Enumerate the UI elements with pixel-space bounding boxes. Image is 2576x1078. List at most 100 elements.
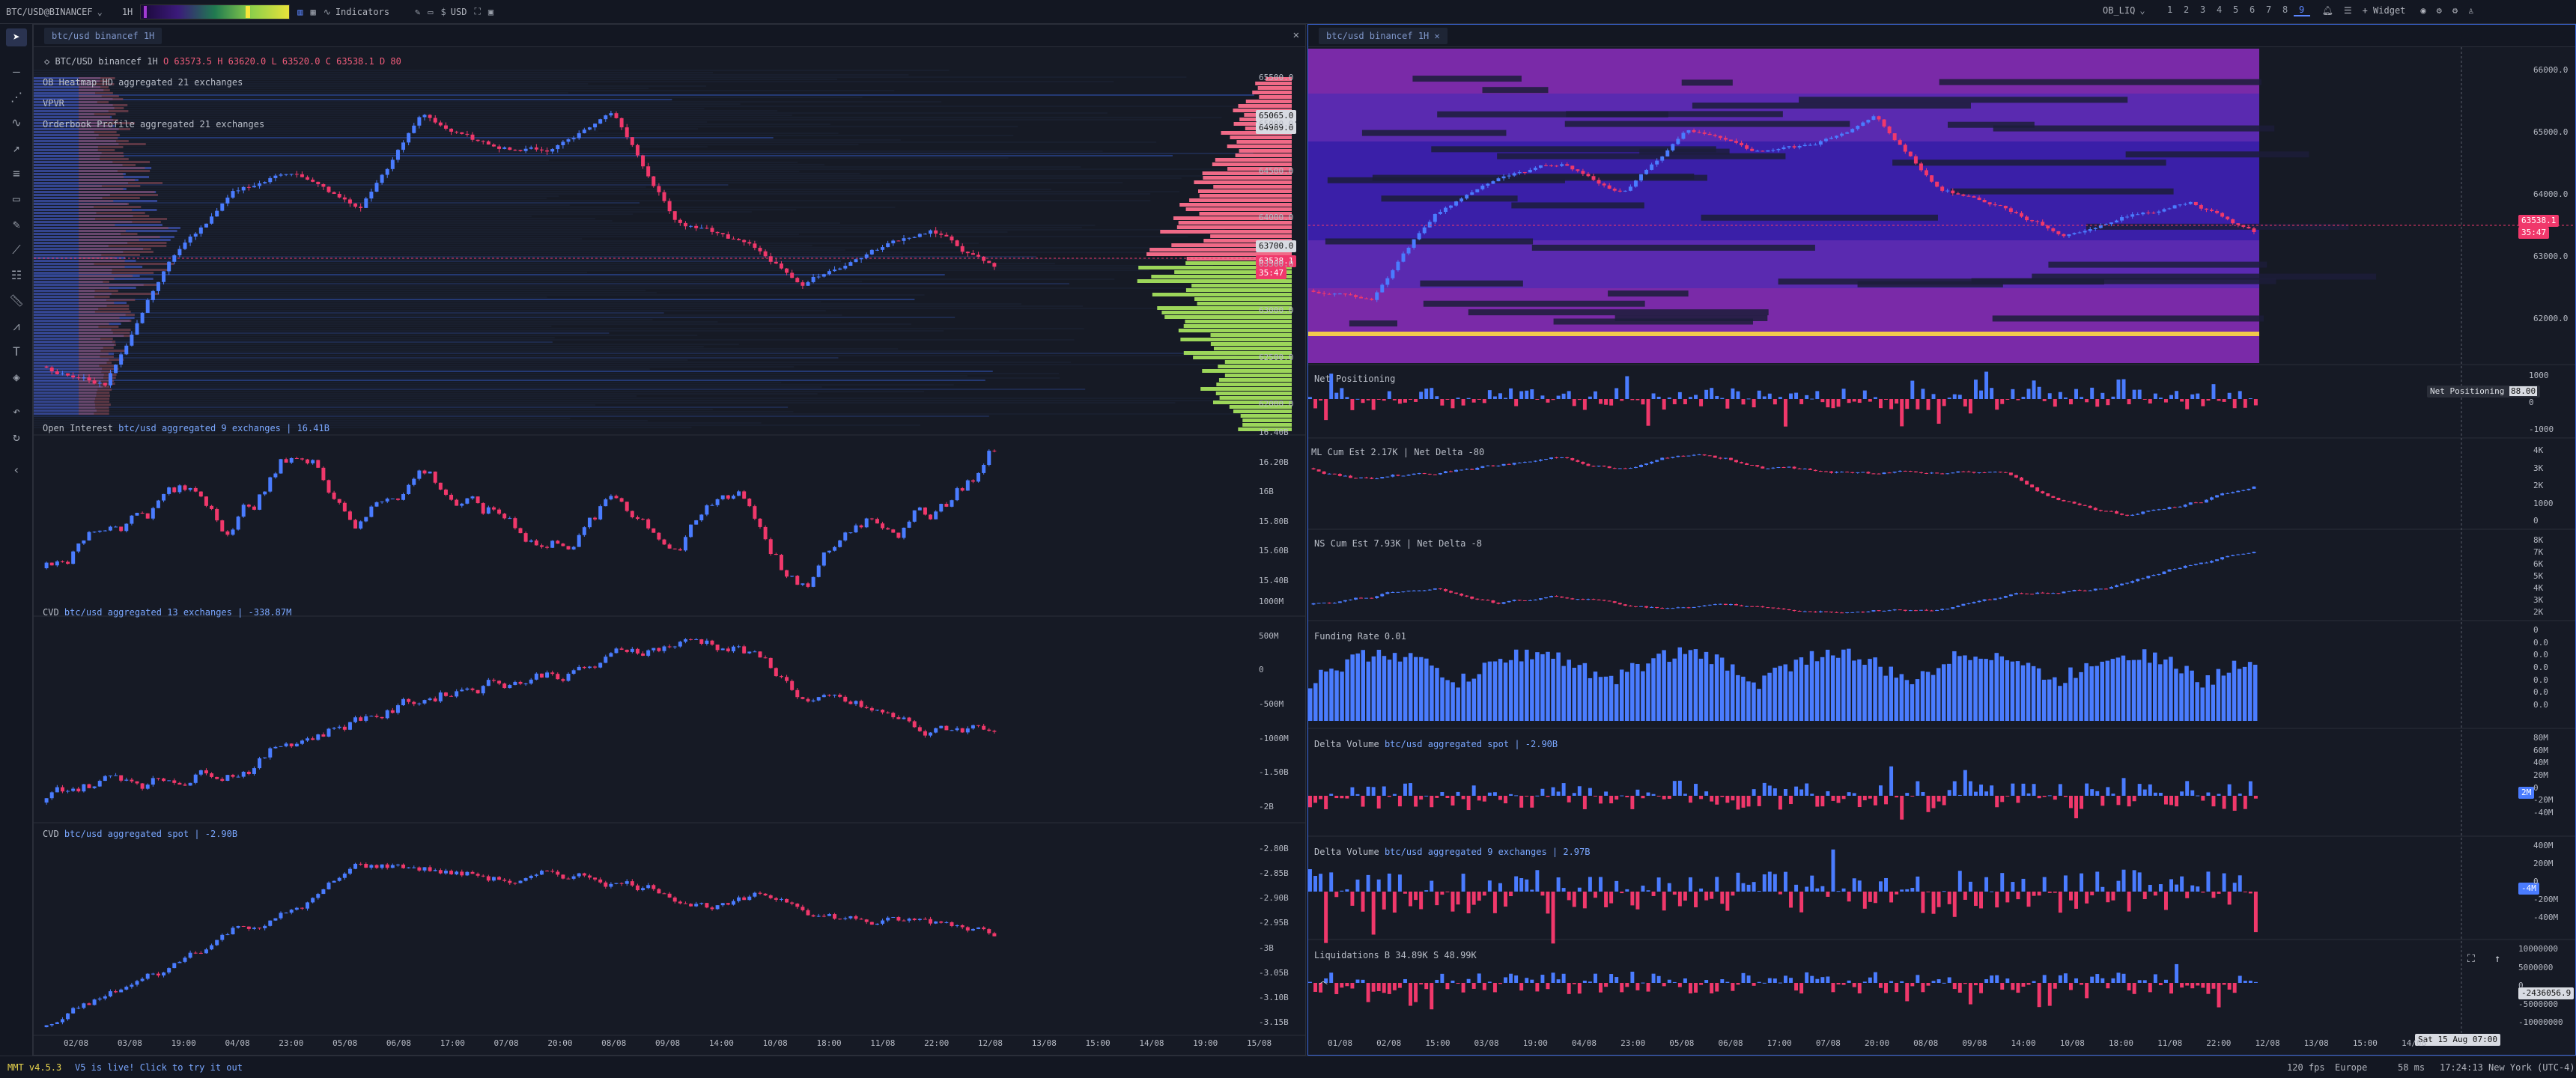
list-icon[interactable]: ☰: [2344, 5, 2352, 16]
price-tick: 64000.0: [1259, 212, 1294, 222]
snapshot-button[interactable]: ▣: [488, 7, 493, 17]
collapse-icon[interactable]: ‹: [6, 461, 27, 479]
cvd1-tick: -1000M: [1259, 733, 1289, 743]
layout-6[interactable]: 6: [2244, 4, 2261, 16]
ruler-icon[interactable]: 📏︎: [6, 292, 27, 310]
chevron-up-icon[interactable]: ︿: [1319, 974, 1328, 987]
right-time-tick: 15:00: [2352, 1038, 2378, 1048]
interval-label: 1H: [121, 6, 133, 17]
dv1-tick: 20M: [2533, 770, 2548, 780]
delta-volume-2-bars: [1308, 849, 2258, 944]
fps-label: 120 fps: [2287, 1062, 2325, 1073]
layout-7[interactable]: 7: [2261, 4, 2277, 16]
settings-icon[interactable]: ⚙: [2452, 5, 2458, 16]
forecast-icon[interactable]: ⩘: [6, 317, 27, 335]
ml-tick: 2K: [2533, 481, 2544, 490]
release-notice-link[interactable]: V5 is live! Click to try it out: [75, 1062, 243, 1073]
gear-icon[interactable]: ⚙: [2437, 5, 2442, 16]
indicators-button[interactable]: ∿ Indicators: [323, 7, 389, 17]
region-selector[interactable]: Europe: [2335, 1062, 2367, 1073]
right-time-tick: 01/08: [1328, 1038, 1353, 1048]
undo-icon[interactable]: ↶: [6, 403, 27, 421]
expand-icon[interactable]: ⛶: [2467, 953, 2475, 965]
layout-3[interactable]: 3: [2195, 4, 2211, 16]
dv2-tick: -400M: [2533, 913, 2559, 922]
right-time-tick: 15:00: [1425, 1038, 1450, 1048]
left-chart-pane[interactable]: btc/usd binancef 1H ✕ ◇ BTC/USD binancef…: [33, 24, 1306, 1056]
chevron-down-icon: ⌄: [97, 6, 103, 17]
right-time-tick: 17:00: [1767, 1038, 1792, 1048]
pencil-icon: ✎: [415, 6, 421, 17]
currency-button[interactable]: $ USD: [441, 7, 467, 17]
draw-button[interactable]: ✎: [415, 7, 420, 17]
time-tick: 15/08: [1247, 1038, 1272, 1048]
dv1-value-tag: 2M: [2518, 787, 2535, 799]
symbol-selector[interactable]: BTC/USD@BINANCEF ⌄: [6, 7, 103, 17]
right-time-tick: 13/08: [2303, 1038, 2329, 1048]
right-time-tick: 06/08: [1718, 1038, 1743, 1048]
right-price-tick: 62000.0: [2533, 314, 2569, 323]
range-handle-low[interactable]: [144, 5, 148, 18]
cvd1-tick: -1.50B: [1259, 767, 1289, 778]
folder-icon: ▭: [428, 6, 434, 17]
left-charts-canvas[interactable]: [34, 25, 1306, 1056]
cvd1-candles: [44, 638, 997, 805]
path-icon[interactable]: ∿: [6, 114, 27, 132]
brush-icon[interactable]: ✎: [6, 216, 27, 234]
arrow-up-icon[interactable]: ↑: [2494, 953, 2500, 965]
right-time-tick: 07/08: [1815, 1038, 1841, 1048]
layout-8[interactable]: 8: [2277, 4, 2294, 16]
camera-icon[interactable]: ◉: [2420, 5, 2425, 16]
widget-label: + Widget: [2362, 5, 2406, 16]
heatmap-color-range-slider[interactable]: [140, 4, 291, 19]
chart-type-button[interactable]: ▦: [311, 7, 316, 17]
rectangle-icon[interactable]: ▭: [6, 190, 27, 208]
line-icon[interactable]: —: [6, 63, 27, 81]
network-icon[interactable]: ⋰: [6, 88, 27, 106]
layout-4[interactable]: 4: [2211, 4, 2228, 16]
version-label: MMT v4.5.3: [7, 1062, 62, 1073]
user-icon[interactable]: ♙: [2468, 5, 2473, 16]
time-tick: 19:00: [171, 1038, 196, 1048]
fullscreen-button[interactable]: ⛶: [474, 6, 480, 17]
dv1-tick: -20M: [2533, 795, 2554, 806]
ns-tick: 8K: [2533, 535, 2544, 545]
right-candle-timer-tag: 35:47: [2518, 227, 2550, 239]
time-tick: 03/08: [117, 1038, 142, 1048]
layout-2[interactable]: 2: [2178, 4, 2195, 16]
price-tick: 64500.0: [1259, 165, 1294, 176]
cursor-icon[interactable]: ➤: [6, 28, 27, 46]
settings-diamond-icon[interactable]: ◇: [44, 56, 55, 67]
parallel-lines-icon[interactable]: ≡: [6, 165, 27, 183]
right-charts-canvas[interactable]: [1308, 25, 2576, 1056]
right-chart-pane[interactable]: btc/usd binancef 1H ✕ Net Positioning Ne…: [1307, 24, 2576, 1056]
right-time-tick: 04/08: [1571, 1038, 1597, 1048]
folder-button[interactable]: ▭: [428, 7, 433, 17]
layout-1[interactable]: 1: [2162, 4, 2178, 16]
range-handle-high[interactable]: [246, 5, 251, 18]
ray-icon[interactable]: ↗: [6, 139, 27, 157]
layers-icon[interactable]: ◈: [6, 368, 27, 386]
right-time-tick: 23:00: [1620, 1038, 1646, 1048]
trend-icon[interactable]: ⟋: [6, 241, 27, 259]
chevron-down-icon: ⌄: [2139, 5, 2145, 16]
interval-selector[interactable]: 1H: [122, 7, 133, 17]
symbol-label: BTC/USD@BINANCEF: [6, 6, 93, 17]
layout-selector[interactable]: OB_LIQ ⌄: [2103, 5, 2145, 16]
layout-9[interactable]: 9: [2293, 4, 2310, 16]
layout-number-tabs: 1 2 3 4 5 6 7 8 9: [2162, 4, 2310, 16]
price-tick: 63500.0: [1259, 259, 1294, 270]
layout-5[interactable]: 5: [2228, 4, 2244, 16]
candles-icon: ▥: [297, 6, 303, 17]
text-icon[interactable]: T: [6, 343, 27, 361]
time-tick: 10/08: [762, 1038, 788, 1048]
right-price-tick: 65000.0: [2533, 127, 2569, 137]
fib-icon[interactable]: ☷: [6, 267, 27, 284]
bell-icon[interactable]: 🔔︎: [2322, 5, 2333, 16]
widget-button[interactable]: + Widget: [2363, 5, 2406, 16]
candle-style-button[interactable]: ▥: [297, 7, 303, 17]
dv1-tick: 60M: [2533, 745, 2548, 755]
redo-icon[interactable]: ↻: [6, 428, 27, 446]
net-tick: 0: [2529, 398, 2534, 407]
price-tick: 63000.0: [1259, 305, 1294, 316]
